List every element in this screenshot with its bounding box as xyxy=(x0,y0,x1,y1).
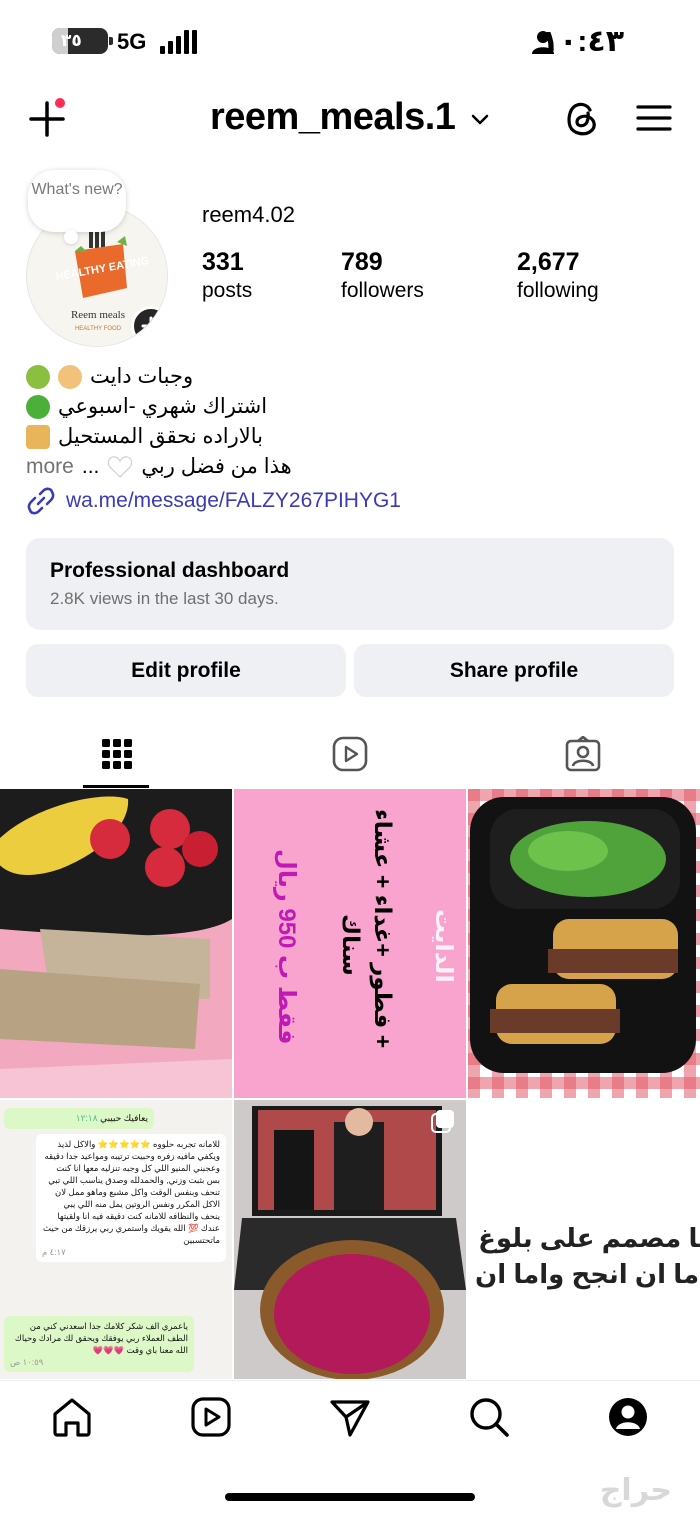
signal-icon xyxy=(160,30,197,54)
professional-dashboard[interactable]: Professional dashboard 2.8K views in the… xyxy=(26,538,674,630)
chat-review-bubble: للامانه تجربه حلووه ⭐⭐⭐⭐⭐ والاكل لذيذ وي… xyxy=(36,1134,226,1262)
chat-reply-bubble: ياعمري الف شكر كلامك جدا اسعدني كني من ا… xyxy=(4,1316,194,1372)
reels-icon[interactable] xyxy=(189,1395,233,1439)
post-thumbnail-4[interactable]: يعافيك حبيبي ١٢:١٨ للامانه تجربه حلووه ⭐… xyxy=(0,1100,232,1379)
add-story-button[interactable] xyxy=(131,306,167,346)
chat-time: ١٠:٥٩ ص xyxy=(10,1357,44,1367)
bio-line-3: بالاراده نحقق المستحيل xyxy=(26,422,446,452)
post-thumbnail-2[interactable]: الدايت فطور +غداء + عشاء + سناك فقط ب 95… xyxy=(234,789,466,1098)
post-text: فقط ب 950 ريال xyxy=(273,849,300,1045)
dashboard-subtitle: 2.8K views in the last 30 days. xyxy=(50,589,279,608)
chat-text: ياعمري الف شكر كلامك جدا اسعدني كني من ا… xyxy=(14,1321,188,1355)
followers-stat[interactable]: 789 followers xyxy=(341,248,424,303)
bio-ellipsis: ... xyxy=(81,455,100,478)
chat-text: للامانه تجربه حلووه ⭐⭐⭐⭐⭐ والاكل لذيذ وي… xyxy=(42,1139,220,1245)
threads-icon[interactable] xyxy=(560,96,604,140)
avocado-icon xyxy=(26,365,50,389)
menu-icon[interactable] xyxy=(634,98,674,138)
post-quote: نا مصمم على بلوغ اما ان انجح واما ان xyxy=(468,1220,700,1292)
notification-dot xyxy=(53,96,67,110)
post-text: الدايت xyxy=(430,909,457,983)
post-text: اما ان انجح واما ان xyxy=(475,1259,700,1289)
tab-posts-grid[interactable] xyxy=(0,720,233,788)
bio: وجبات دايت اشتراك شهري -اسبوعي بالاراده … xyxy=(26,362,446,482)
multi-post-icon xyxy=(431,1110,454,1133)
video-photo-laptop-beet-salad xyxy=(234,1100,466,1379)
svg-text:HEALTHY FOOD: HEALTHY FOOD xyxy=(75,326,122,332)
account-username[interactable]: reem_meals.1 xyxy=(210,96,456,139)
post-text: فطور +غداء + عشاء + xyxy=(370,809,396,1049)
home-indicator[interactable] xyxy=(225,1493,475,1501)
bio-text: اشتراك شهري -اسبوعي xyxy=(58,395,268,418)
post-thumbnail-1[interactable] xyxy=(0,789,232,1098)
posts-count: 331 xyxy=(202,248,244,276)
active-tab-indicator xyxy=(83,785,149,788)
flexed-biceps-icon xyxy=(58,365,82,389)
bio-text: هذا من فضل ربي xyxy=(141,455,292,478)
watermark: حراج xyxy=(599,1474,672,1507)
tagged-icon xyxy=(565,736,600,772)
bottom-nav: حراج xyxy=(0,1380,700,1514)
bio-more-link[interactable]: more xyxy=(26,452,74,482)
note-bubble-tail xyxy=(64,230,78,244)
clock: ١٠:٤٣ xyxy=(540,25,624,58)
followers-count: 789 xyxy=(341,248,383,276)
following-stat[interactable]: 2,677 following xyxy=(517,248,599,303)
bio-text: وجبات دايت xyxy=(90,365,194,388)
posts-grid: الدايت فطور +غداء + عشاء + سناك فقط ب 95… xyxy=(0,789,700,1379)
weightlifter-icon xyxy=(26,425,50,449)
green-apple-icon xyxy=(26,395,50,419)
post-thumbnail-5[interactable] xyxy=(234,1100,466,1379)
status-bar: ٣٥ 5G ١٠:٤٣ xyxy=(0,0,700,80)
chevron-down-icon[interactable] xyxy=(469,110,491,128)
bio-link[interactable]: wa.me/message/FALZY267PIHYG1 xyxy=(26,486,401,516)
chat-time: ٤:١٧ م xyxy=(42,1247,66,1257)
battery-icon: ٣٥ xyxy=(52,28,113,54)
tab-reels[interactable] xyxy=(233,720,466,788)
link-text[interactable]: wa.me/message/FALZY267PIHYG1 xyxy=(66,489,401,513)
bio-text: بالاراده نحقق المستحيل xyxy=(58,425,263,448)
posts-label: posts xyxy=(202,279,253,302)
share-profile-button[interactable]: Share profile xyxy=(354,644,674,697)
posts-stat[interactable]: 331 posts xyxy=(202,248,252,303)
tab-tagged[interactable] xyxy=(466,720,699,788)
meal-photo-sandwiches xyxy=(468,789,700,1098)
profile-tabs xyxy=(0,720,700,788)
bio-line-2: اشتراك شهري -اسبوعي xyxy=(26,392,446,422)
link-icon xyxy=(27,487,55,515)
chat-text: يعافيك حبيبي xyxy=(100,1113,148,1123)
white-heart-icon xyxy=(108,456,133,478)
post-thumbnail-3[interactable] xyxy=(468,789,700,1098)
reels-icon xyxy=(332,736,367,772)
search-icon[interactable] xyxy=(467,1395,511,1439)
post-text: سناك xyxy=(338,914,364,976)
profile-icon[interactable] xyxy=(606,1395,650,1439)
chat-header-bubble: يعافيك حبيبي ١٢:١٨ xyxy=(4,1108,154,1129)
home-icon[interactable] xyxy=(50,1395,94,1439)
post-text: نا مصمم على بلوغ xyxy=(478,1223,700,1253)
chat-time: ١٢:١٨ xyxy=(75,1113,98,1123)
note-bubble[interactable]: What's new? xyxy=(28,170,126,232)
dashboard-title: Professional dashboard xyxy=(50,559,290,582)
following-label: following xyxy=(517,279,599,302)
profile-header: reem_meals.1 xyxy=(0,90,700,150)
edit-profile-button[interactable]: Edit profile xyxy=(26,644,346,697)
post-thumbnail-6[interactable]: نا مصمم على بلوغ اما ان انجح واما ان xyxy=(468,1100,700,1379)
bio-line-4: more ... هذا من فضل ربي xyxy=(26,452,446,482)
following-count: 2,677 xyxy=(517,248,580,276)
direct-message-icon[interactable] xyxy=(328,1395,372,1439)
battery-level: ٣٥ xyxy=(61,31,82,50)
network-type: 5G xyxy=(117,29,147,54)
grid-icon xyxy=(101,739,132,769)
followers-label: followers xyxy=(341,279,424,302)
bio-line-1: وجبات دايت xyxy=(26,362,446,392)
meal-photo-banana-wraps xyxy=(0,789,232,1098)
plus-icon xyxy=(141,316,161,336)
threads-handle[interactable]: reem4.02 xyxy=(202,202,295,228)
svg-text:Reem meals: Reem meals xyxy=(71,309,125,321)
